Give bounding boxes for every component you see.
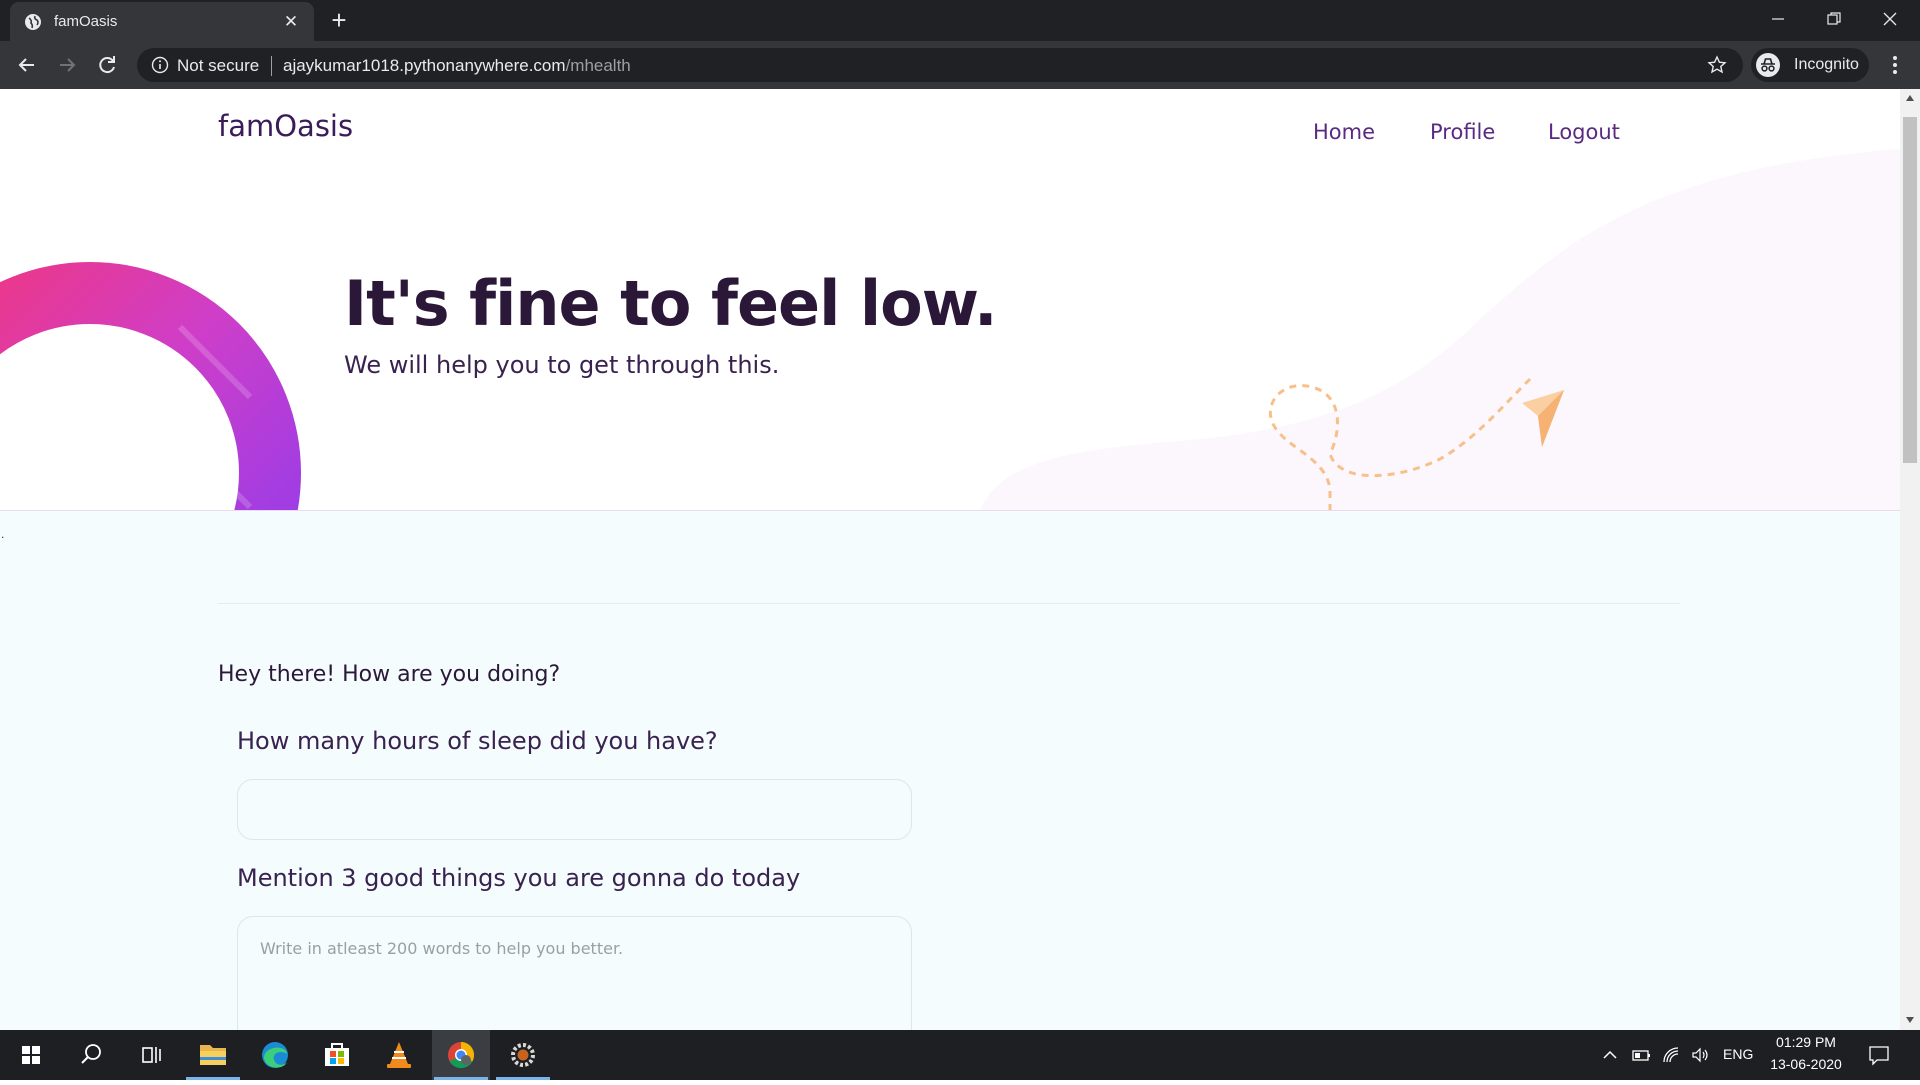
back-icon[interactable] [12,50,42,80]
search-icon[interactable] [62,1030,120,1080]
sleep-question-label: How many hours of sleep did you have? [237,727,718,755]
hero-subheadline: We will help you to get through this. [344,351,780,379]
scroll-up-arrow-icon[interactable] [1906,95,1914,101]
stray-text: . [1,527,5,541]
address-bar[interactable]: Not secure ajaykumar1018.pythonanywhere.… [137,48,1743,82]
close-window-icon[interactable] [1862,0,1918,38]
incognito-icon [1756,53,1780,77]
kebab-menu-icon[interactable] [1883,53,1907,77]
good-things-question-label: Mention 3 good things you are gonna do t… [237,864,801,892]
incognito-badge[interactable]: Incognito [1751,48,1869,82]
incognito-label: Incognito [1794,56,1859,73]
bookmark-star-icon[interactable] [1707,55,1727,75]
browser-tab[interactable]: famOasis ✕ [10,2,314,41]
paper-plane-illustration [1269,377,1564,511]
security-status[interactable]: Not secure [177,56,259,76]
divider [271,56,272,76]
vlc-icon[interactable] [370,1030,428,1080]
url-host: ajaykumar1018.pythonanywhere.com [283,56,566,75]
forward-icon[interactable] [52,50,82,80]
language-indicator[interactable]: ENG [1723,1046,1753,1062]
info-icon[interactable] [151,56,169,74]
restore-icon[interactable] [1806,0,1862,38]
clock-time[interactable]: 01:29 PM [1770,1034,1842,1050]
clock-date[interactable]: 13-06-2020 [1764,1056,1848,1072]
page-scrollbar[interactable] [1900,89,1920,1030]
close-tab-icon[interactable]: ✕ [280,11,302,33]
sleep-hours-input[interactable] [237,779,912,840]
chevron-up-icon[interactable] [1601,1046,1619,1064]
nav-home-link[interactable]: Home [1313,120,1375,144]
page-viewport: famOasis Home Profile Logout It's fine t… [0,89,1900,1030]
battery-icon[interactable] [1631,1046,1651,1064]
tab-title: famOasis [54,13,118,30]
good-things-textarea[interactable] [237,916,912,1030]
reload-icon[interactable] [92,50,122,80]
hero-headline: It's fine to feel low. [344,267,998,340]
edge-icon[interactable] [246,1030,304,1080]
volume-icon[interactable] [1690,1045,1710,1065]
decorative-ring-graphic [0,262,301,511]
windows-start-icon[interactable] [2,1030,60,1080]
globe-icon [25,14,41,30]
notification-center-icon[interactable] [1868,1044,1890,1066]
new-tab-icon[interactable]: + [326,7,352,34]
checkin-section: . Hey there! How are you doing? How many… [0,511,1900,1030]
nav-profile-link[interactable]: Profile [1430,120,1495,144]
site-logo[interactable]: famOasis [218,109,353,143]
greeting-text: Hey there! How are you doing? [218,662,561,687]
file-explorer-icon[interactable] [184,1030,242,1080]
store-icon[interactable] [308,1030,366,1080]
browser-tab-strip: famOasis ✕ + [0,0,1920,41]
scrollbar-thumb[interactable] [1903,117,1917,463]
scroll-down-arrow-icon[interactable] [1906,1017,1914,1023]
minimize-icon[interactable] [1750,0,1806,38]
task-view-icon[interactable] [122,1030,180,1080]
nav-logout-link[interactable]: Logout [1548,120,1620,144]
windows-taskbar: ENG 01:29 PM 13-06-2020 [0,1030,1920,1080]
browser-toolbar: Not secure ajaykumar1018.pythonanywhere.… [0,41,1920,89]
url-text[interactable]: ajaykumar1018.pythonanywhere.com/mhealth [283,56,631,76]
url-path: /mhealth [565,56,631,75]
hero-section: famOasis Home Profile Logout It's fine t… [0,89,1900,511]
chrome-icon[interactable] [432,1030,490,1080]
divider [218,603,1680,604]
wifi-icon[interactable] [1661,1045,1681,1065]
settings-icon[interactable] [494,1030,552,1080]
